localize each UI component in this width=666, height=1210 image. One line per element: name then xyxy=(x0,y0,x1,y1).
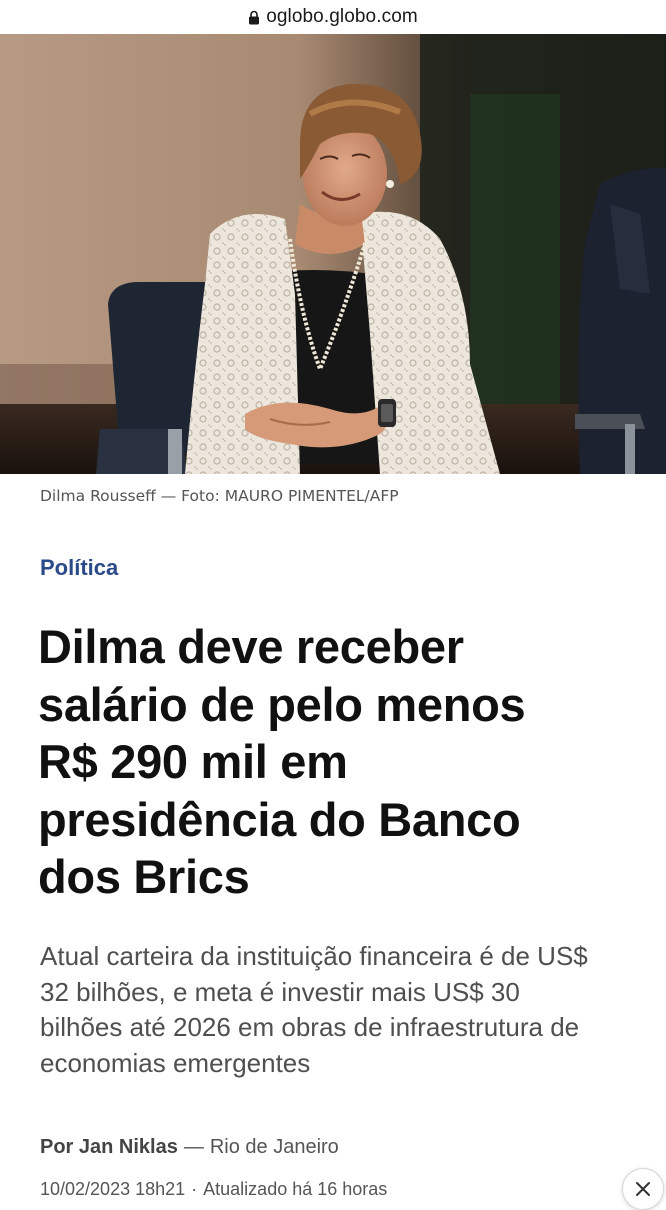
dateline: 10/02/2023 18h21 · Atualizado há 16 horas xyxy=(40,1179,387,1200)
section-label[interactable]: Política xyxy=(40,555,118,581)
date-separator: · xyxy=(191,1179,198,1199)
subheadline: Atual carteira da instituição financeira… xyxy=(40,939,650,1081)
subheadline-line: bilhões até 2026 em obras de infraestrut… xyxy=(40,1012,580,1042)
url-text: oglobo.globo.com xyxy=(266,6,418,27)
address-bar[interactable]: oglobo.globo.com xyxy=(0,0,666,34)
headline-line: R$ 290 mil em xyxy=(38,735,348,788)
updated-time: Atualizado há 16 horas xyxy=(203,1179,388,1199)
byline-location: Rio de Janeiro xyxy=(209,1136,339,1158)
headline: Dilma deve receber salário de pelo menos… xyxy=(38,618,648,906)
author-name[interactable]: Por Jan Niklas xyxy=(40,1136,178,1158)
subheadline-line: Atual carteira da instituição financeira… xyxy=(40,941,588,971)
published-date: 10/02/2023 18h21 xyxy=(40,1179,186,1199)
close-icon xyxy=(634,1180,652,1198)
lock-icon xyxy=(248,10,260,25)
headline-line: presidência do Banco xyxy=(38,792,521,846)
hero-photo xyxy=(0,34,666,474)
headline-line: dos Brics xyxy=(38,850,250,903)
byline: Por Jan Niklas — Rio de Janeiro xyxy=(40,1136,339,1159)
subheadline-line: 32 bilhões, e meta é investir mais US$ 3… xyxy=(40,976,520,1007)
subheadline-line: economias emergentes xyxy=(40,1047,311,1078)
photo-caption: Dilma Rousseff — Foto: MAURO PIMENTEL/AF… xyxy=(40,487,399,505)
close-button[interactable] xyxy=(622,1168,664,1210)
headline-line: Dilma deve receber xyxy=(38,620,464,673)
byline-separator: — xyxy=(183,1136,204,1158)
headline-line: salário de pelo menos xyxy=(38,677,526,731)
